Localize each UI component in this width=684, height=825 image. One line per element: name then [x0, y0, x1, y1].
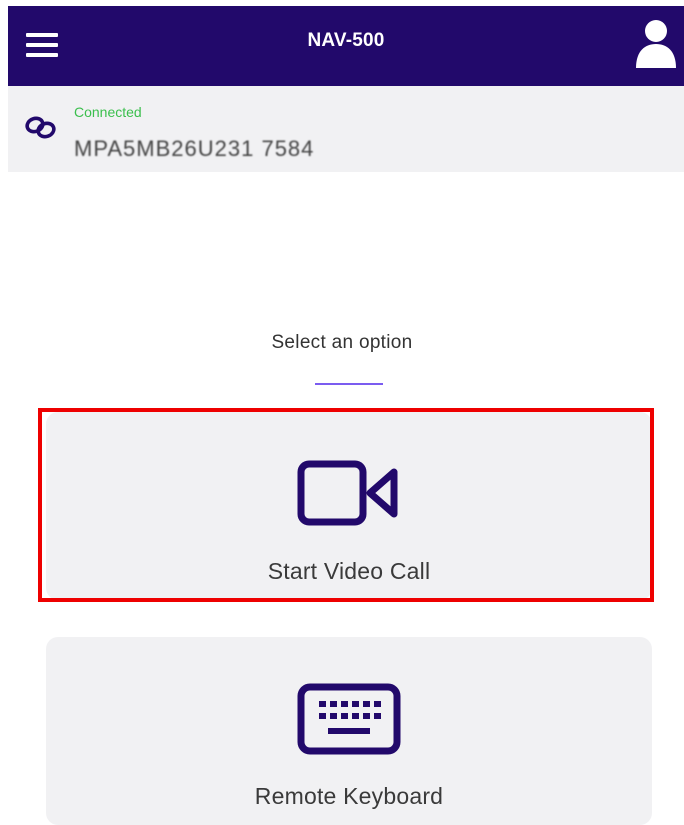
app-screen: NAV-500 Connected MPA5MB26U231 7584 Sele…: [0, 0, 684, 825]
remote-keyboard-label: Remote Keyboard: [254, 783, 444, 809]
start-video-call-button[interactable]: Start Video Call: [46, 412, 652, 600]
profile-button[interactable]: [634, 18, 678, 68]
device-id: MPA5MB26U231 7584: [74, 136, 315, 161]
connection-bar: Connected MPA5MB26U231 7584: [8, 86, 684, 172]
video-camera-icon: [297, 460, 398, 526]
start-video-call-label: Start Video Call: [267, 558, 431, 584]
connection-status: Connected: [74, 104, 142, 120]
link-icon: [25, 116, 56, 139]
app-header: NAV-500: [8, 6, 684, 86]
user-profile-icon: [636, 20, 676, 68]
remote-keyboard-button[interactable]: Remote Keyboard: [46, 637, 652, 825]
keyboard-icon: [297, 683, 401, 755]
prompt-divider: [315, 383, 383, 385]
select-option-prompt: Select an option: [271, 332, 413, 353]
page-title: NAV-500: [307, 30, 385, 51]
